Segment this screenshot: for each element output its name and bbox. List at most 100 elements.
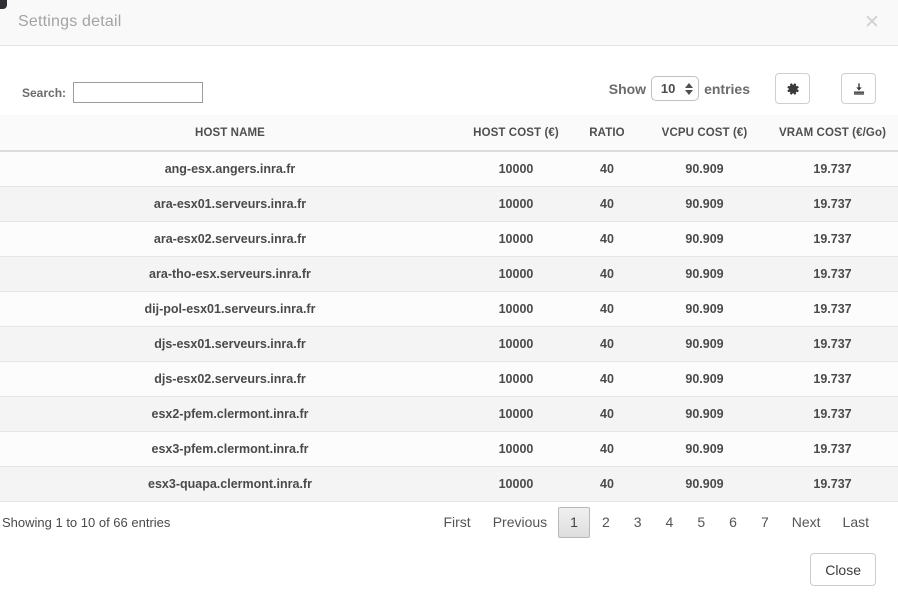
table-row[interactable]: ara-esx02.serveurs.inra.fr 10000 40 90.9… (0, 221, 898, 257)
cell-ratio: 40 (572, 466, 642, 502)
pagination-page-5[interactable]: 5 (685, 507, 717, 538)
data-table-wrapper: HOST NAME HOST COST (€) RATIO VCPU COST … (0, 115, 898, 543)
cell-ratio: 40 (572, 221, 642, 257)
pagination-last[interactable]: Last (832, 507, 880, 538)
pagination: First Previous 1 2 3 4 5 6 7 Next Last (432, 506, 880, 538)
cell-vcpu-cost: 90.909 (642, 221, 767, 257)
cell-ratio: 40 (572, 151, 642, 187)
pagination-page-6[interactable]: 6 (717, 507, 749, 538)
table-toolbar: Search: Show 10 entries (0, 46, 898, 115)
table-row[interactable]: djs-esx02.serveurs.inra.fr 10000 40 90.9… (0, 361, 898, 397)
column-header-ratio[interactable]: RATIO (572, 115, 642, 152)
search-label: Search: (22, 85, 67, 100)
column-header-vcpu-cost[interactable]: VCPU COST (€) (642, 115, 767, 152)
cell-vcpu-cost: 90.909 (642, 256, 767, 292)
cell-host-cost: 10000 (460, 431, 572, 467)
table-row[interactable]: esx3-pfem.clermont.inra.fr 10000 40 90.9… (0, 431, 898, 467)
cell-host-cost: 10000 (460, 326, 572, 362)
table-row[interactable]: esx3-quapa.clermont.inra.fr 10000 40 90.… (0, 466, 898, 502)
pagination-page-1[interactable]: 1 (558, 506, 590, 538)
cell-host-name: ara-esx02.serveurs.inra.fr (0, 221, 460, 257)
settings-detail-modal: Settings detail ✕ Search: Show 10 entrie… (0, 0, 898, 602)
gear-icon (786, 82, 800, 96)
cell-vcpu-cost: 90.909 (642, 326, 767, 362)
modal-footer: Close (0, 542, 898, 602)
cell-vcpu-cost: 90.909 (642, 186, 767, 222)
table-row[interactable]: ang-esx.angers.inra.fr 10000 40 90.909 1… (0, 151, 898, 187)
table-row[interactable]: ara-tho-esx.serveurs.inra.fr 10000 40 90… (0, 256, 898, 292)
page-length-select[interactable]: 10 (651, 76, 700, 101)
page-length-value: 10 (660, 81, 676, 96)
page-length-block: Show 10 entries (609, 76, 750, 101)
cell-vcpu-cost: 90.909 (642, 291, 767, 327)
cell-host-cost: 10000 (460, 186, 572, 222)
cell-ratio: 40 (572, 256, 642, 292)
cell-host-cost: 10000 (460, 256, 572, 292)
table-row[interactable]: dij-pol-esx01.serveurs.inra.fr 10000 40 … (0, 291, 898, 327)
table-footer: Showing 1 to 10 of 66 entries First Prev… (0, 501, 898, 543)
cell-vram-cost: 19.737 (767, 361, 898, 397)
pagination-page-4[interactable]: 4 (654, 507, 686, 538)
cell-vram-cost: 19.737 (767, 466, 898, 502)
cell-vram-cost: 19.737 (767, 291, 898, 327)
cell-vram-cost: 19.737 (767, 431, 898, 467)
cell-vram-cost: 19.737 (767, 326, 898, 362)
cell-vram-cost: 19.737 (767, 186, 898, 222)
cell-vcpu-cost: 90.909 (642, 431, 767, 467)
show-label: Show (608, 80, 647, 97)
close-x-icon[interactable]: ✕ (860, 11, 884, 35)
cell-vram-cost: 19.737 (767, 396, 898, 432)
corner-notch (0, 0, 7, 9)
cell-ratio: 40 (572, 361, 642, 397)
pagination-first[interactable]: First (432, 507, 481, 538)
entries-label: entries (704, 80, 750, 97)
cell-ratio: 40 (572, 291, 642, 327)
pagination-previous[interactable]: Previous (482, 507, 558, 538)
cell-vcpu-cost: 90.909 (642, 151, 767, 187)
cell-host-name: dij-pol-esx01.serveurs.inra.fr (0, 291, 460, 327)
cell-host-name: esx2-pfem.clermont.inra.fr (0, 396, 460, 432)
cell-host-name: djs-esx01.serveurs.inra.fr (0, 326, 460, 362)
cell-vram-cost: 19.737 (767, 221, 898, 257)
column-header-host-name[interactable]: HOST NAME (0, 115, 460, 152)
cell-ratio: 40 (572, 431, 642, 467)
cell-host-cost: 10000 (460, 221, 572, 257)
page-title: Settings detail (18, 13, 122, 30)
cell-host-name: esx3-pfem.clermont.inra.fr (0, 431, 460, 467)
search-input[interactable] (73, 82, 204, 103)
cell-host-name: esx3-quapa.clermont.inra.fr (0, 466, 460, 502)
cell-host-name: ara-esx01.serveurs.inra.fr (0, 186, 460, 222)
spinner-arrows-icon (682, 82, 695, 95)
column-header-vram-cost[interactable]: VRAM COST (€/Go) (767, 115, 898, 152)
export-button[interactable] (841, 73, 876, 104)
cell-ratio: 40 (572, 326, 642, 362)
table-header-row: HOST NAME HOST COST (€) RATIO VCPU COST … (0, 115, 898, 152)
cell-host-cost: 10000 (460, 396, 572, 432)
cell-vram-cost: 19.737 (767, 151, 898, 187)
pagination-page-7[interactable]: 7 (749, 507, 781, 538)
cell-vram-cost: 19.737 (767, 256, 898, 292)
table-row[interactable]: esx2-pfem.clermont.inra.fr 10000 40 90.9… (0, 396, 898, 432)
pagination-page-3[interactable]: 3 (622, 507, 654, 538)
cell-vcpu-cost: 90.909 (642, 396, 767, 432)
cell-ratio: 40 (572, 186, 642, 222)
hosts-table: HOST NAME HOST COST (€) RATIO VCPU COST … (0, 115, 898, 502)
cell-host-name: ang-esx.angers.inra.fr (0, 151, 460, 187)
cell-vcpu-cost: 90.909 (642, 361, 767, 397)
modal-header: Settings detail ✕ (0, 0, 898, 46)
pagination-page-2[interactable]: 2 (590, 507, 622, 538)
cell-host-cost: 10000 (460, 291, 572, 327)
cell-host-cost: 10000 (460, 466, 572, 502)
cell-host-name: djs-esx02.serveurs.inra.fr (0, 361, 460, 397)
cell-vcpu-cost: 90.909 (642, 466, 767, 502)
table-row[interactable]: djs-esx01.serveurs.inra.fr 10000 40 90.9… (0, 326, 898, 362)
cell-host-cost: 10000 (460, 361, 572, 397)
download-icon (852, 82, 866, 96)
column-header-host-cost[interactable]: HOST COST (€) (460, 115, 572, 152)
table-row[interactable]: ara-esx01.serveurs.inra.fr 10000 40 90.9… (0, 186, 898, 222)
cell-host-cost: 10000 (460, 151, 572, 187)
close-button[interactable]: Close (810, 553, 876, 586)
pagination-next[interactable]: Next (781, 507, 832, 538)
table-info: Showing 1 to 10 of 66 entries (2, 514, 171, 530)
settings-button[interactable] (775, 73, 810, 104)
